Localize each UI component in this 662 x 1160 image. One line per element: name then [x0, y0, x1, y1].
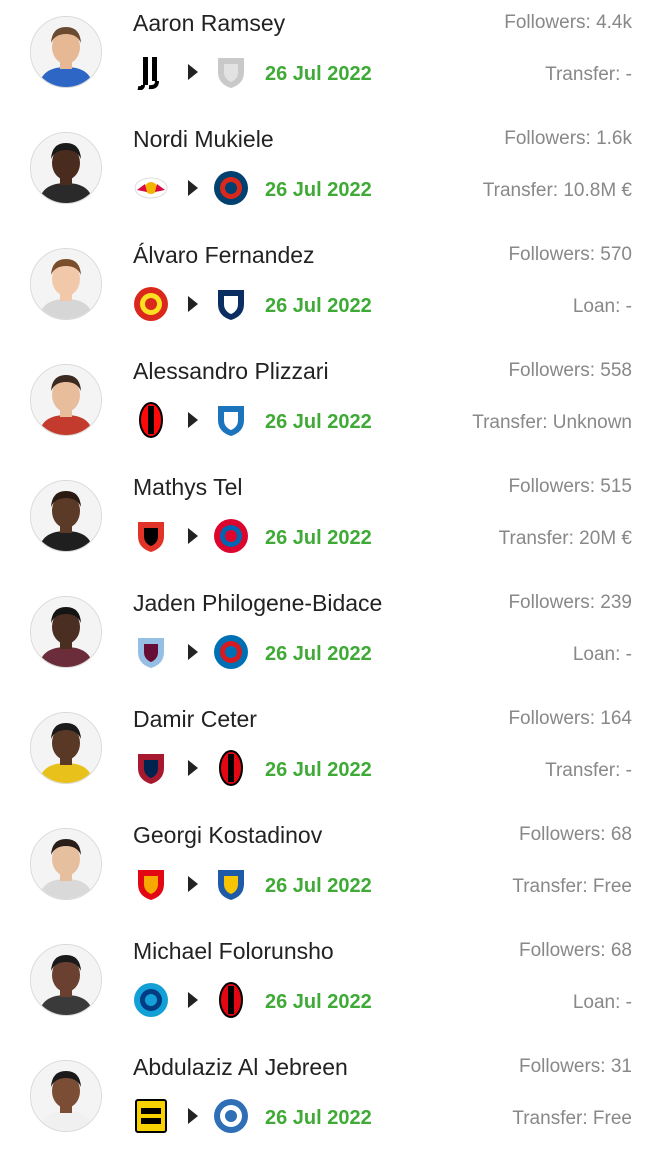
transfer-row[interactable]: Alessandro Plizzari Followers: 558 26 Jul … [0, 348, 662, 464]
player-avatar[interactable] [30, 1060, 102, 1132]
manchester-united-logo-icon[interactable] [133, 286, 169, 322]
player-name[interactable]: Aaron Ramsey [133, 8, 285, 38]
stade-rennais-logo-icon[interactable] [133, 518, 169, 554]
followers-count: Followers: 239 [508, 592, 632, 613]
transfer-date: 26 Jul 2022 [265, 63, 372, 85]
followers-count: Followers: 558 [508, 360, 632, 381]
transfer-date: 26 Jul 2022 [265, 875, 372, 897]
generic-club-shield-icon[interactable] [213, 54, 249, 90]
transfer-fee: Transfer: Unknown [472, 412, 632, 433]
player-name[interactable]: Georgi Kostadinov [133, 820, 322, 850]
transfer-fee: Transfer: Free [512, 1108, 632, 1129]
transfer-fee: Transfer: Free [512, 876, 632, 897]
transfer-fee: Loan: - [572, 296, 632, 317]
ac-milan-logo-icon[interactable] [133, 402, 169, 438]
transfer-date: 26 Jul 2022 [265, 991, 372, 1013]
transfer-date: 26 Jul 2022 [265, 1107, 372, 1129]
arrow-right-icon [188, 644, 198, 660]
player-avatar[interactable] [30, 712, 102, 784]
player-avatar[interactable] [30, 944, 102, 1016]
transfer-row[interactable]: Nordi Mukiele Followers: 1.6k 26 Jul 2022 T… [0, 116, 662, 232]
player-avatar[interactable] [30, 132, 102, 204]
preston-north-end-logo-icon[interactable] [213, 286, 249, 322]
transfer-fee: Transfer: - [545, 64, 632, 85]
transfer-list: Aaron Ramsey Followers: 4.4k 26 Jul 2022 Tr… [0, 0, 662, 1151]
transfer-fee: Loan: - [572, 992, 632, 1013]
cagliari-logo-icon[interactable] [133, 750, 169, 786]
napoli-logo-icon[interactable] [133, 982, 169, 1018]
transfer-date: 26 Jul 2022 [265, 411, 372, 433]
followers-count: Followers: 515 [508, 476, 632, 497]
arrow-right-icon [188, 64, 198, 80]
transfer-fee: Transfer: 10.8M € [482, 180, 632, 201]
transfer-row[interactable]: Damir Ceter Followers: 164 26 Jul 2022 Tran… [0, 696, 662, 812]
player-avatar[interactable] [30, 596, 102, 668]
cardiff-city-logo-icon[interactable] [213, 634, 249, 670]
player-avatar[interactable] [30, 248, 102, 320]
transfer-row[interactable]: Aaron Ramsey Followers: 4.4k 26 Jul 2022 Tr… [0, 0, 662, 116]
followers-count: Followers: 570 [508, 244, 632, 265]
aston-villa-logo-icon[interactable] [133, 634, 169, 670]
arrow-right-icon [188, 1108, 198, 1124]
transfer-date: 26 Jul 2022 [265, 527, 372, 549]
followers-count: Followers: 1.6k [504, 128, 632, 149]
transfer-row[interactable]: Álvaro Fernandez Followers: 570 26 Jul 202… [0, 232, 662, 348]
transfer-date: 26 Jul 2022 [265, 643, 372, 665]
juventus-logo-icon[interactable] [133, 54, 169, 90]
player-name[interactable]: Alessandro Plizzari [133, 356, 329, 386]
player-name[interactable]: Nordi Mukiele [133, 124, 274, 154]
pescara-logo-icon[interactable] [213, 402, 249, 438]
player-name[interactable]: Mathys Tel [133, 472, 243, 502]
followers-count: Followers: 68 [519, 824, 632, 845]
bayern-munich-logo-icon[interactable] [213, 518, 249, 554]
transfer-date: 26 Jul 2022 [265, 179, 372, 201]
transfer-fee: Transfer: 20M € [498, 528, 632, 549]
arrow-right-icon [188, 992, 198, 1008]
arrow-right-icon [188, 412, 198, 428]
followers-count: Followers: 164 [508, 708, 632, 729]
transfer-row[interactable]: Abdulaziz Al Jebreen Followers: 31 26 Jul … [0, 1044, 662, 1160]
transfer-row[interactable]: Michael Folorunsho Followers: 68 26 Jul 20… [0, 928, 662, 1044]
rb-leipzig-logo-icon[interactable] [133, 170, 169, 206]
bari-logo-icon[interactable] [213, 982, 249, 1018]
player-name[interactable]: Álvaro Fernandez [133, 240, 315, 270]
bari-logo-icon[interactable] [213, 750, 249, 786]
al-fateh-logo-icon[interactable] [213, 1098, 249, 1134]
arrow-right-icon [188, 180, 198, 196]
player-name[interactable]: Abdulaziz Al Jebreen [133, 1052, 348, 1082]
followers-count: Followers: 68 [519, 940, 632, 961]
transfer-fee: Transfer: - [545, 760, 632, 781]
arrow-right-icon [188, 296, 198, 312]
player-name[interactable]: Damir Ceter [133, 704, 257, 734]
transfer-date: 26 Jul 2022 [265, 759, 372, 781]
transfer-date: 26 Jul 2022 [265, 295, 372, 317]
player-avatar[interactable] [30, 16, 102, 88]
al-ittihad-logo-icon[interactable] [133, 1098, 169, 1134]
arrow-right-icon [188, 876, 198, 892]
apoel-logo-icon[interactable] [213, 866, 249, 902]
player-name[interactable]: Michael Folorunsho [133, 936, 334, 966]
transfer-row[interactable]: Georgi Kostadinov Followers: 68 26 Jul 202… [0, 812, 662, 928]
followers-count: Followers: 31 [519, 1056, 632, 1077]
arsenal-tula-logo-icon[interactable] [133, 866, 169, 902]
player-avatar[interactable] [30, 364, 102, 436]
player-avatar[interactable] [30, 828, 102, 900]
followers-count: Followers: 4.4k [504, 12, 632, 33]
player-avatar[interactable] [30, 480, 102, 552]
transfer-fee: Loan: - [572, 644, 632, 665]
psg-logo-icon[interactable] [213, 170, 249, 206]
player-name[interactable]: Jaden Philogene-Bidace [133, 588, 382, 618]
transfer-row[interactable]: Mathys Tel Followers: 515 26 Jul 2022 Trans… [0, 464, 662, 580]
arrow-right-icon [188, 760, 198, 776]
arrow-right-icon [188, 528, 198, 544]
transfer-row[interactable]: Jaden Philogene-Bidace Followers: 239 26 J… [0, 580, 662, 696]
